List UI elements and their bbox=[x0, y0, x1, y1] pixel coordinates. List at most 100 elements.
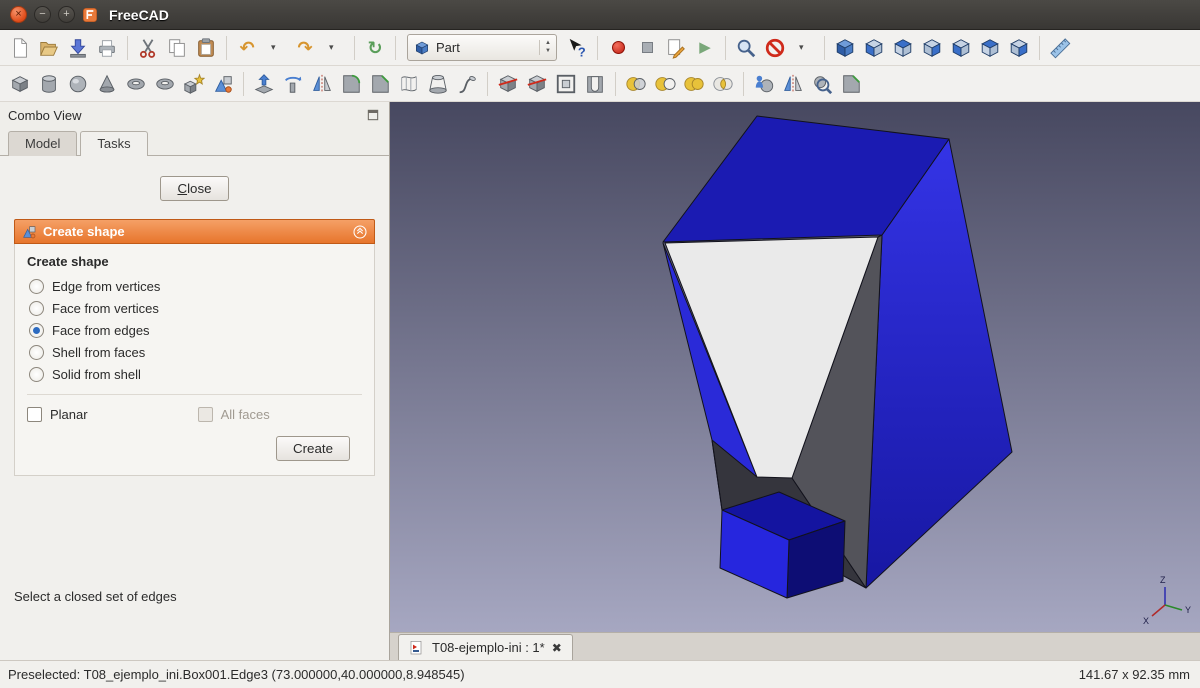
close-task-button[interactable]: Close bbox=[160, 176, 228, 201]
clipping-dropdown[interactable]: ▾ bbox=[790, 34, 818, 62]
view-bottom-button[interactable] bbox=[976, 34, 1004, 62]
undo-history-dropdown[interactable]: ▾ bbox=[262, 34, 290, 62]
torus-button[interactable] bbox=[122, 70, 150, 98]
radio-face-from-vertices[interactable]: Face from vertices bbox=[29, 301, 360, 316]
undock-panel-icon[interactable] bbox=[365, 107, 381, 123]
print-button[interactable] bbox=[93, 34, 121, 62]
freecad-window: × − + FreeCAD ↶ ▾ ↷ ▾ ↻ Part ▲▼ ▶ bbox=[0, 0, 1200, 688]
document-tab-label: T08-ejemplo-ini : 1* bbox=[432, 640, 545, 655]
chamfer-button[interactable] bbox=[366, 70, 394, 98]
view-left-button[interactable] bbox=[1005, 34, 1033, 62]
viewport-column: Z Y X T08-ejemplo-ini : 1* ✖ bbox=[390, 102, 1200, 660]
fillet-button[interactable] bbox=[337, 70, 365, 98]
tube-button[interactable] bbox=[151, 70, 179, 98]
cross-sections-button[interactable] bbox=[523, 70, 551, 98]
extrude-button[interactable] bbox=[250, 70, 278, 98]
offset-button[interactable] bbox=[552, 70, 580, 98]
toolbar-separator bbox=[597, 36, 598, 60]
front-view-cube-icon bbox=[863, 37, 885, 59]
3d-viewport[interactable]: Z Y X bbox=[390, 102, 1200, 632]
cone-button[interactable] bbox=[93, 70, 121, 98]
left-view-cube-icon bbox=[1008, 37, 1030, 59]
thickness-button[interactable] bbox=[581, 70, 609, 98]
measure-button[interactable] bbox=[1046, 34, 1074, 62]
redo-history-dropdown[interactable]: ▾ bbox=[320, 34, 348, 62]
view-axonometric-button[interactable] bbox=[831, 34, 859, 62]
boolean-union-icon bbox=[683, 73, 705, 95]
mirror-button[interactable] bbox=[308, 70, 336, 98]
cut-button[interactable] bbox=[134, 34, 162, 62]
magnifier-icon bbox=[735, 37, 757, 59]
copy-icon bbox=[166, 37, 188, 59]
box-zoom-button[interactable] bbox=[732, 34, 760, 62]
refresh-button[interactable]: ↻ bbox=[361, 34, 389, 62]
window-close-button[interactable]: × bbox=[10, 6, 27, 23]
view-rear-button[interactable] bbox=[947, 34, 975, 62]
box-button[interactable] bbox=[6, 70, 34, 98]
window-maximize-button[interactable]: + bbox=[58, 6, 75, 23]
radio-label: Edge from vertices bbox=[52, 279, 160, 294]
primitives-button[interactable] bbox=[180, 70, 208, 98]
view-right-button[interactable] bbox=[918, 34, 946, 62]
box-icon bbox=[9, 73, 31, 95]
workbench-selector[interactable]: Part ▲▼ bbox=[407, 34, 557, 61]
axis-y-label: Y bbox=[1185, 605, 1191, 615]
open-document-button[interactable] bbox=[35, 34, 63, 62]
check-geometry-button[interactable] bbox=[808, 70, 836, 98]
top-view-cube-icon bbox=[892, 37, 914, 59]
tube-icon bbox=[154, 73, 176, 95]
loft-button[interactable] bbox=[424, 70, 452, 98]
section-button[interactable] bbox=[494, 70, 522, 98]
new-document-button[interactable] bbox=[6, 34, 34, 62]
boolean-cut-button[interactable] bbox=[651, 70, 679, 98]
whats-this-button[interactable] bbox=[563, 34, 591, 62]
document-tab[interactable]: T08-ejemplo-ini : 1* ✖ bbox=[398, 634, 573, 660]
tab-tasks[interactable]: Tasks bbox=[80, 131, 147, 156]
checkbox-disabled-icon bbox=[198, 407, 213, 422]
tab-model[interactable]: Model bbox=[8, 131, 77, 156]
macro-record-button[interactable] bbox=[604, 34, 632, 62]
view-front-button[interactable] bbox=[860, 34, 888, 62]
connect-button[interactable] bbox=[750, 70, 778, 98]
close-document-icon[interactable]: ✖ bbox=[552, 641, 562, 655]
defeaturing-icon bbox=[840, 73, 862, 95]
boolean-union-button[interactable] bbox=[680, 70, 708, 98]
redo-button[interactable]: ↷ bbox=[291, 34, 319, 62]
radio-label: Shell from faces bbox=[52, 345, 145, 360]
help-cursor-icon bbox=[566, 37, 588, 59]
sphere-button[interactable] bbox=[64, 70, 92, 98]
cylinder-button[interactable] bbox=[35, 70, 63, 98]
shape-builder-button[interactable] bbox=[209, 70, 237, 98]
save-button[interactable] bbox=[64, 34, 92, 62]
clipping-plane-button[interactable] bbox=[761, 34, 789, 62]
view-top-button[interactable] bbox=[889, 34, 917, 62]
macro-edit-button[interactable] bbox=[662, 34, 690, 62]
radio-shell-from-faces[interactable]: Shell from faces bbox=[29, 345, 360, 360]
chevron-down-icon: ▾ bbox=[329, 43, 339, 52]
ruled-surface-button[interactable] bbox=[395, 70, 423, 98]
radio-face-from-edges[interactable]: Face from edges bbox=[29, 323, 360, 338]
create-button[interactable]: Create bbox=[276, 436, 350, 461]
copy-button[interactable] bbox=[163, 34, 191, 62]
radio-edge-from-vertices[interactable]: Edge from vertices bbox=[29, 279, 360, 294]
macro-play-button[interactable]: ▶ bbox=[691, 34, 719, 62]
split-button[interactable] bbox=[779, 70, 807, 98]
section-icon bbox=[497, 73, 519, 95]
defeaturing-button[interactable] bbox=[837, 70, 865, 98]
boolean-icon bbox=[625, 73, 647, 95]
paste-button[interactable] bbox=[192, 34, 220, 62]
toolbar-separator bbox=[243, 72, 244, 96]
spinner-arrows-icon[interactable]: ▲▼ bbox=[539, 40, 551, 54]
revolve-button[interactable] bbox=[279, 70, 307, 98]
sweep-button[interactable] bbox=[453, 70, 481, 98]
boolean-intersection-button[interactable] bbox=[709, 70, 737, 98]
create-shape-header[interactable]: Create shape bbox=[14, 219, 375, 244]
radio-solid-from-shell[interactable]: Solid from shell bbox=[29, 367, 360, 382]
window-minimize-button[interactable]: − bbox=[34, 6, 51, 23]
collapse-section-icon[interactable] bbox=[352, 224, 368, 240]
undo-button[interactable]: ↶ bbox=[233, 34, 261, 62]
checkbox-planar[interactable]: Planar bbox=[27, 407, 88, 422]
boolean-button[interactable] bbox=[622, 70, 650, 98]
axis-z-label: Z bbox=[1160, 575, 1166, 585]
macro-stop-button[interactable] bbox=[633, 34, 661, 62]
